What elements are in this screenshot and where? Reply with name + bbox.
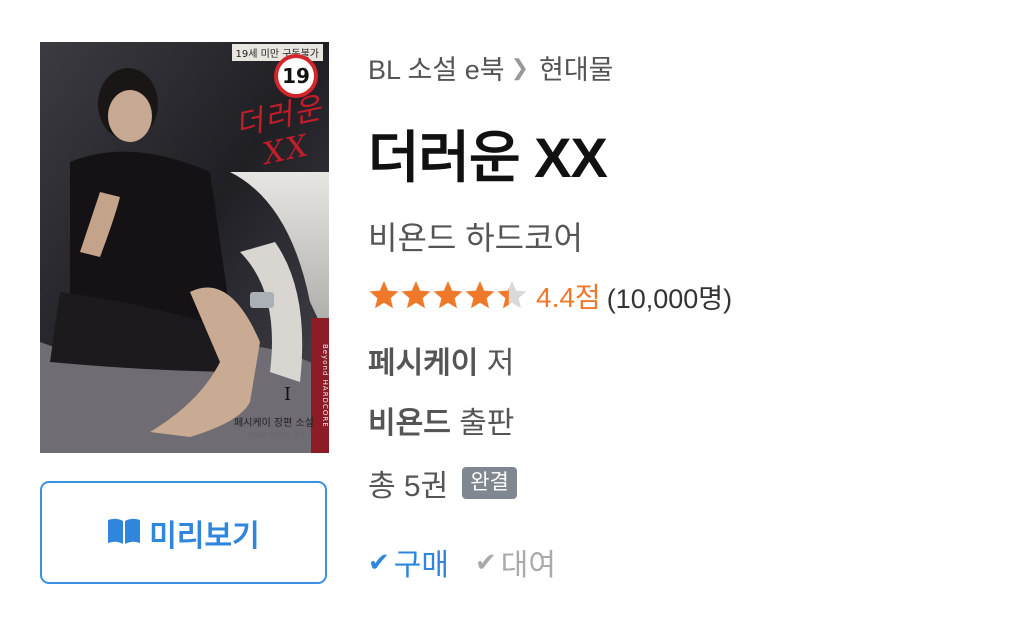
star-rating bbox=[368, 279, 528, 313]
cover-illust-credit: Cover Illust. 억지 bbox=[248, 431, 305, 439]
stars-icon bbox=[369, 281, 527, 309]
book-cover[interactable]: 19세 미만 구독불가 19 더러운 XX Beyond HARDCORE I … bbox=[40, 42, 329, 453]
check-icon: ✔ bbox=[368, 546, 390, 577]
author-name[interactable]: 페시케이 bbox=[368, 347, 478, 380]
preview-button[interactable]: 미리보기 bbox=[40, 481, 327, 584]
rent-option[interactable]: ✔ 대여 bbox=[475, 540, 556, 584]
cover-author-line: 페시케이 장편 소설 bbox=[234, 418, 314, 429]
rent-label: 대여 bbox=[500, 549, 556, 582]
open-book-icon bbox=[107, 517, 141, 549]
publisher-name[interactable]: 비욘드 bbox=[368, 407, 451, 440]
breadcrumb: BL 소설 e북 ❯ 현대물 bbox=[368, 48, 614, 87]
author-suffix: 저 bbox=[486, 347, 515, 380]
breadcrumb-subcategory[interactable]: 현대물 bbox=[539, 48, 614, 87]
cover-spine-label: Beyond HARDCORE bbox=[311, 318, 329, 453]
volume-row: 총 5권 완결 bbox=[368, 461, 517, 505]
rating: 4.4점 (10,000명) bbox=[368, 276, 732, 316]
breadcrumb-category[interactable]: BL 소설 e북 bbox=[368, 48, 505, 87]
completed-badge: 완결 bbox=[462, 467, 517, 499]
rating-count: (10,000명) bbox=[606, 283, 733, 314]
volume-count: 총 5권 bbox=[368, 470, 449, 503]
rating-score: 4.4점 bbox=[536, 282, 601, 313]
check-icon: ✔ bbox=[475, 546, 497, 577]
publisher-suffix: 출판 bbox=[459, 407, 515, 440]
book-title: 더러운 XX bbox=[368, 126, 608, 189]
buy-option[interactable]: ✔ 구매 bbox=[368, 540, 449, 584]
author-row: 페시케이 저 bbox=[368, 338, 514, 382]
purchase-options: ✔ 구매 ✔ 대여 bbox=[368, 540, 556, 584]
buy-label: 구매 bbox=[393, 549, 449, 582]
series-link[interactable]: 비욘드 하드코어 bbox=[368, 213, 583, 259]
preview-button-label: 미리보기 bbox=[149, 519, 260, 553]
cover-volume-mark: I bbox=[284, 384, 292, 405]
publisher-row: 비욘드 출판 bbox=[368, 398, 514, 442]
chevron-right-icon: ❯ bbox=[510, 54, 529, 80]
